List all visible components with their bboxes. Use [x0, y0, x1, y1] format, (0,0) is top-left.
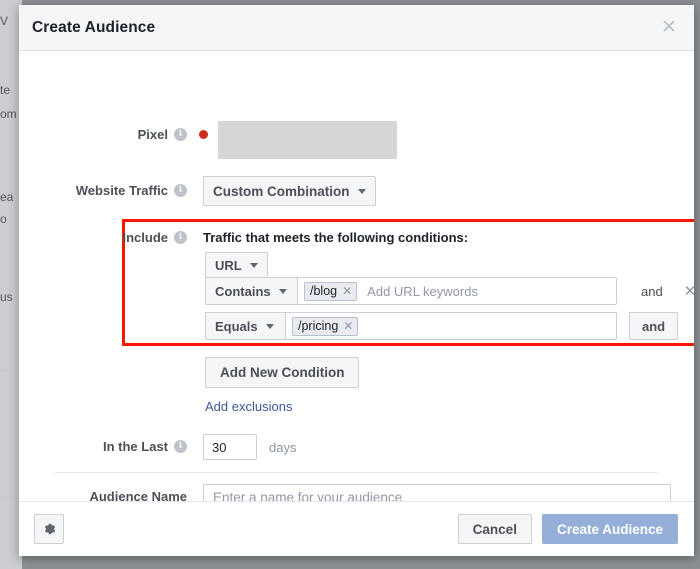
close-icon[interactable]: ✕: [658, 17, 680, 39]
pixel-label-text: Pixel: [138, 127, 168, 142]
website-traffic-dropdown[interactable]: Custom Combination: [203, 176, 376, 206]
condition-connector-button[interactable]: and: [629, 312, 678, 340]
gear-icon[interactable]: [34, 514, 64, 544]
dialog-title: Create Audience: [32, 19, 658, 37]
in-the-last-label: In the Last i: [19, 439, 187, 455]
keyword-chip[interactable]: /pricing ✕: [292, 317, 358, 336]
condition-operator-value: Equals: [215, 319, 258, 334]
remove-condition-icon[interactable]: ✕: [684, 284, 694, 299]
condition-row: Contains /blog ✕ Add URL keywords and ✕: [205, 277, 694, 305]
condition-input-group: Contains /blog ✕ Add URL keywords: [205, 277, 617, 305]
keyword-chip-label: /blog: [310, 284, 337, 298]
include-field-row: Include i Traffic that meets the followin…: [19, 229, 694, 246]
background-text-fragment: te: [0, 83, 10, 97]
close-icon[interactable]: ✕: [343, 320, 353, 332]
background-text-fragment: us: [0, 290, 13, 304]
url-type-value: URL: [215, 258, 242, 273]
keyword-chip-label: /pricing: [298, 319, 338, 333]
create-audience-button[interactable]: Create Audience: [542, 514, 678, 544]
chevron-down-icon: [279, 289, 287, 294]
condition-operator-dropdown[interactable]: Contains: [206, 278, 298, 304]
condition-input-group: Equals /pricing ✕: [205, 312, 617, 340]
background-text-fragment: ea: [0, 190, 13, 204]
info-icon[interactable]: i: [174, 184, 187, 197]
audience-name-row: Audience Name: [19, 484, 694, 501]
days-input[interactable]: [203, 434, 257, 460]
background-text-fragment: o: [0, 212, 7, 226]
info-icon[interactable]: i: [174, 231, 187, 244]
condition-row: Equals /pricing ✕ and ✕: [205, 312, 694, 340]
chevron-down-icon: [266, 324, 274, 329]
pixel-field-row: Pixeli: [19, 121, 694, 159]
url-selector-wrapper: URL: [205, 252, 268, 278]
background-text-fragment: om: [0, 107, 17, 121]
chevron-down-icon: [358, 189, 366, 194]
dialog-body: Pixeli Website Traffici Custom Combinati…: [19, 51, 694, 501]
condition-operator-value: Contains: [215, 284, 271, 299]
include-label: Include i: [19, 229, 187, 246]
close-icon[interactable]: ✕: [342, 285, 352, 297]
website-traffic-row: Website Traffic i Custom Combination: [19, 176, 694, 206]
days-suffix-label: days: [269, 440, 296, 455]
include-heading: Traffic that meets the following conditi…: [203, 229, 468, 246]
url-keywords-placeholder: Add URL keywords: [367, 284, 478, 299]
website-traffic-label-text: Website Traffic: [76, 183, 168, 198]
pixel-label: Pixeli: [19, 121, 187, 143]
in-the-last-row: In the Last i days: [19, 434, 694, 460]
condition-connector-label: and: [641, 284, 663, 299]
info-icon[interactable]: i: [174, 128, 187, 141]
audience-name-label: Audience Name: [19, 489, 187, 501]
condition-operator-dropdown[interactable]: Equals: [206, 313, 286, 339]
section-divider: [55, 472, 658, 473]
audience-name-input[interactable]: [203, 484, 671, 501]
url-keywords-input[interactable]: /blog ✕ Add URL keywords: [298, 278, 616, 304]
url-keywords-input[interactable]: /pricing ✕: [286, 313, 616, 339]
website-traffic-label: Website Traffic i: [19, 176, 187, 199]
info-icon[interactable]: i: [174, 440, 187, 453]
dialog-header: Create Audience ✕: [19, 5, 694, 51]
in-the-last-label-text: In the Last: [103, 439, 168, 454]
cancel-button[interactable]: Cancel: [458, 514, 532, 544]
chevron-down-icon: [250, 263, 258, 268]
include-label-text: Include: [122, 230, 168, 245]
dialog-footer: Cancel Create Audience: [19, 501, 694, 556]
website-traffic-selected-value: Custom Combination: [213, 184, 350, 199]
add-new-condition-button[interactable]: Add New Condition: [205, 357, 359, 388]
background-text-fragment: V: [0, 14, 8, 28]
create-audience-dialog: Create Audience ✕ Pixeli Website Traffic…: [19, 5, 694, 556]
pixel-status-dot: [199, 130, 208, 139]
keyword-chip[interactable]: /blog ✕: [304, 282, 357, 301]
pixel-select[interactable]: [218, 121, 397, 159]
url-type-dropdown[interactable]: URL: [205, 252, 268, 278]
add-exclusions-link[interactable]: Add exclusions: [205, 399, 292, 414]
